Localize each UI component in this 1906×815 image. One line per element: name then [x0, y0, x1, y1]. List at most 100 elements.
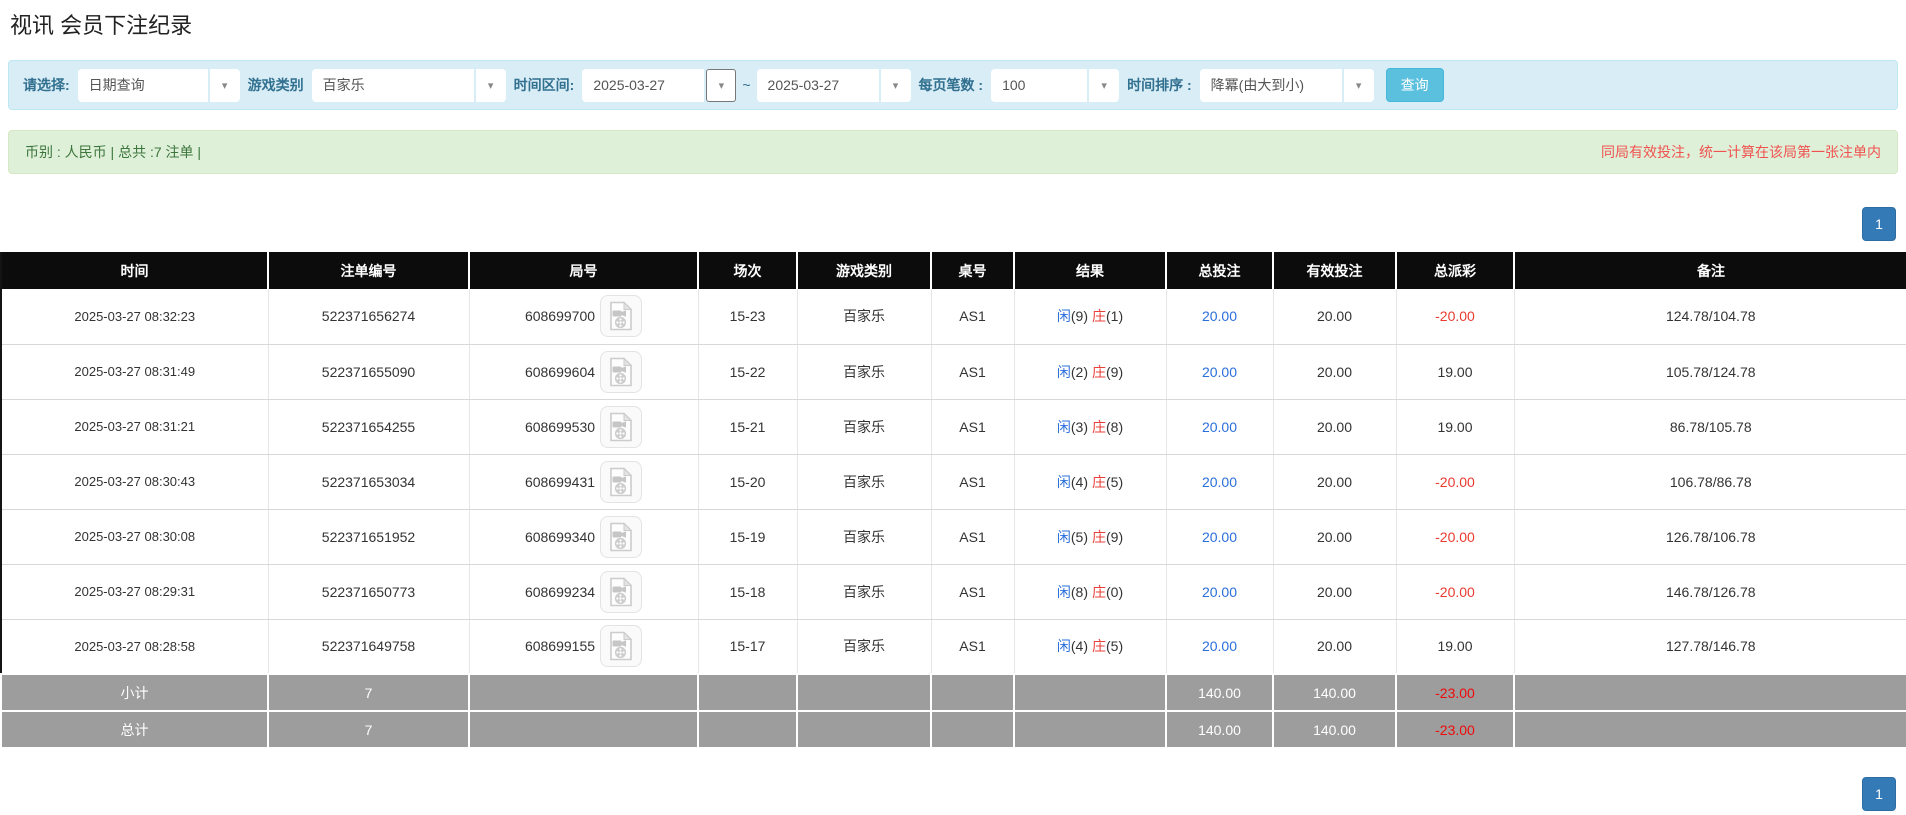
valid-bet: 20.00 [1273, 289, 1397, 345]
video-replay-button[interactable] [600, 515, 643, 558]
chevron-down-icon[interactable]: ▾ [209, 68, 240, 102]
game-type: 百家乐 [797, 619, 932, 675]
filter-bar: 请选择: 日期查询 ▾ 游戏类别 百家乐 ▾ 时间区间: 2025-03-27 … [8, 60, 1898, 110]
video-replay-button[interactable] [600, 570, 643, 613]
summary-payout: -23.00 [1395, 673, 1515, 712]
table-row: 2025-03-27 08:29:31 522371650773 6086992… [1, 564, 1906, 620]
round-number: 608699431 [524, 473, 596, 490]
per-page-label: 每页笔数 : [918, 77, 984, 93]
column-header: 游戏类别 [797, 252, 932, 289]
video-replay-button[interactable] [600, 405, 643, 448]
total-bet-link[interactable]: 20.00 [1166, 454, 1274, 510]
column-header: 时间 [1, 252, 269, 289]
valid-bet: 20.00 [1273, 564, 1397, 620]
game-type-select[interactable]: 百家乐 ▾ [311, 68, 506, 102]
range-tilde: ~ [742, 77, 751, 93]
result-player: 闲(2) [1056, 363, 1088, 380]
bet-time: 2025-03-27 08:30:08 [1, 509, 269, 565]
column-header: 局号 [469, 252, 699, 289]
total-bet-link[interactable]: 20.00 [1166, 289, 1274, 345]
bet-number: 522371649758 [268, 619, 470, 675]
result-player: 闲(4) [1056, 638, 1088, 655]
valid-bet: 20.00 [1273, 399, 1397, 455]
session-number: 15-23 [698, 289, 798, 345]
time-sort-select[interactable]: 降冪(由大到小) ▾ [1199, 68, 1374, 102]
select-type-label: 请选择: [23, 77, 70, 93]
video-replay-button[interactable] [600, 460, 643, 503]
table-row: 2025-03-27 08:30:43 522371653034 6086994… [1, 454, 1906, 510]
video-replay-button[interactable] [600, 350, 643, 393]
bet-number: 522371655090 [268, 344, 470, 400]
session-number: 15-20 [698, 454, 798, 510]
game-type: 百家乐 [797, 564, 932, 620]
date-from-value: 2025-03-27 [582, 68, 705, 102]
valid-bet: 20.00 [1273, 509, 1397, 565]
video-replay-button[interactable] [600, 295, 643, 338]
per-page-select[interactable]: 100 ▾ [991, 68, 1120, 102]
summary-count: 7 [267, 710, 470, 749]
chevron-down-icon[interactable]: ▾ [706, 68, 737, 102]
per-page-value: 100 [991, 68, 1088, 102]
table-number: AS1 [931, 564, 1015, 620]
game-type-value: 百家乐 [311, 68, 474, 102]
chevron-down-icon[interactable]: ▾ [1089, 68, 1120, 102]
result-cell: 闲(8) 庄(0) [1014, 564, 1167, 620]
game-type: 百家乐 [797, 289, 932, 345]
total-bet-link[interactable]: 20.00 [1166, 509, 1274, 565]
summary-row: 总计 7 140.00 140.00 -23.00 [0, 710, 1906, 749]
payout: 19.00 [1396, 619, 1515, 675]
game-type: 百家乐 [797, 509, 932, 565]
page-1-button[interactable]: 1 [1862, 207, 1896, 241]
note: 127.78/146.78 [1514, 619, 1906, 675]
round-cell: 608699700 [469, 289, 699, 345]
valid-bet-notice: 同局有效投注，统一计算在该局第一张注单内 [1601, 144, 1881, 160]
summary-label: 小计 [0, 673, 269, 712]
payout: 19.00 [1396, 344, 1515, 400]
summary-total-bet: 140.00 [1165, 710, 1274, 749]
round-cell: 608699604 [469, 344, 699, 400]
result-banker: 庄(1) [1092, 308, 1124, 325]
column-header: 桌号 [931, 252, 1015, 289]
bet-records-table: 时间 注单编号 局号 场次 游戏类别 桌号 结果 总投注 有效投注 总派彩 备注 2025-03-2… [0, 252, 1906, 749]
summary-label: 总计 [0, 710, 269, 749]
bet-number: 522371653034 [268, 454, 470, 510]
total-bet-link[interactable]: 20.00 [1166, 564, 1274, 620]
result-banker: 庄(9) [1092, 528, 1124, 545]
summary-total-bet: 140.00 [1165, 673, 1274, 712]
date-from-select[interactable]: 2025-03-27 ▾ [582, 68, 737, 102]
session-number: 15-18 [698, 564, 798, 620]
payout: -20.00 [1396, 454, 1515, 510]
round-number: 608699340 [524, 528, 596, 545]
total-bet-link[interactable]: 20.00 [1166, 619, 1274, 675]
game-type-label: 游戏类别 [247, 77, 304, 93]
search-button[interactable]: 查询 [1385, 68, 1444, 102]
note: 126.78/106.78 [1514, 509, 1906, 565]
table-row: 2025-03-27 08:32:23 522371656274 6086997… [1, 289, 1906, 345]
round-number: 608699700 [524, 308, 596, 325]
query-type-select[interactable]: 日期查询 ▾ [77, 68, 240, 102]
table-number: AS1 [931, 509, 1015, 565]
column-header: 结果 [1014, 252, 1167, 289]
time-sort-value: 降冪(由大到小) [1199, 68, 1342, 102]
result-banker: 庄(5) [1092, 473, 1124, 490]
bet-number: 522371650773 [268, 564, 470, 620]
chevron-down-icon[interactable]: ▾ [1343, 68, 1374, 102]
page-1-button[interactable]: 1 [1862, 777, 1896, 811]
table-row: 2025-03-27 08:28:58 522371649758 6086991… [1, 619, 1906, 675]
video-file-icon [610, 356, 633, 386]
result-cell: 闲(4) 庄(5) [1014, 619, 1167, 675]
game-type: 百家乐 [797, 344, 932, 400]
chevron-down-icon[interactable]: ▾ [880, 68, 911, 102]
result-banker: 庄(9) [1092, 363, 1124, 380]
date-to-select[interactable]: 2025-03-27 ▾ [756, 68, 911, 102]
bet-time: 2025-03-27 08:31:49 [1, 344, 269, 400]
table-number: AS1 [931, 289, 1015, 345]
chevron-down-icon[interactable]: ▾ [475, 68, 506, 102]
video-file-icon [610, 576, 633, 606]
total-bet-link[interactable]: 20.00 [1166, 399, 1274, 455]
video-replay-button[interactable] [600, 625, 643, 668]
round-number: 608699530 [524, 418, 596, 435]
total-bet-link[interactable]: 20.00 [1166, 344, 1274, 400]
bet-time: 2025-03-27 08:30:43 [1, 454, 269, 510]
summary-bar: 币别 : 人民币 | 总共 :7 注单 | 同局有效投注，统一计算在该局第一张注… [8, 130, 1898, 174]
